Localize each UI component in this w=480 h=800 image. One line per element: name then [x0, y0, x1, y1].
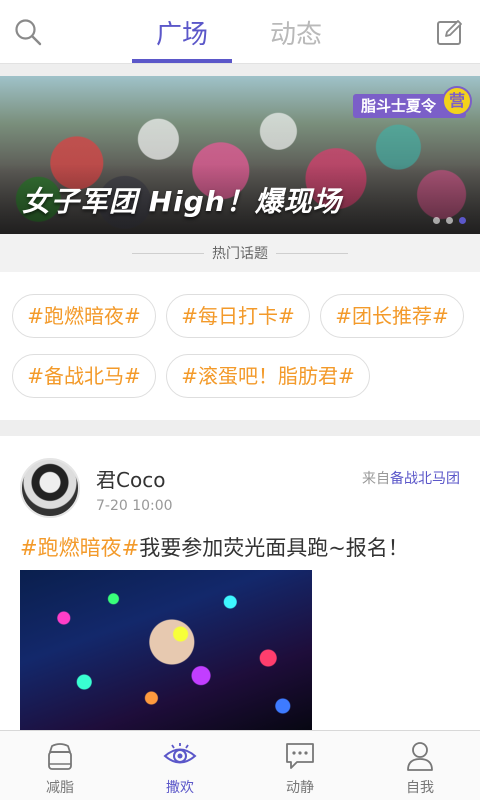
search-icon[interactable] [10, 14, 46, 50]
hot-topics-title: 热门话题 [212, 246, 268, 262]
banner-carousel[interactable]: 脂斗士夏令 营 女子军团 High！爆现场 [0, 76, 480, 234]
avatar[interactable] [20, 458, 80, 518]
nav-item-activity[interactable]: 动静 [240, 731, 360, 800]
nav-item-me[interactable]: 自我 [360, 731, 480, 800]
post-topic-link[interactable]: #跑燃暗夜# [20, 536, 139, 560]
carousel-dot[interactable] [433, 217, 440, 224]
topic-tag[interactable]: #备战北马# [12, 354, 156, 398]
post-source-prefix: 来自 [362, 471, 390, 487]
topic-tag[interactable]: #每日打卡# [166, 294, 310, 338]
post-card[interactable]: 君Coco 7-20 10:00 来自备战北马团 #跑燃暗夜#我要参加荧光面具跑… [0, 436, 480, 730]
post-time: 7-20 10:00 [96, 498, 173, 514]
nav-item-fun[interactable]: 撒欢 [120, 731, 240, 800]
nav-label: 减脂 [46, 780, 74, 796]
scale-icon [42, 739, 78, 773]
carousel-dot[interactable] [446, 217, 453, 224]
carousel-dots [433, 217, 466, 224]
eye-icon [162, 739, 198, 773]
tab-dynamic[interactable]: 动态 [248, 0, 344, 64]
banner-badge-mark: 营 [442, 86, 472, 116]
nav-label: 自我 [406, 780, 434, 796]
edit-icon[interactable] [432, 14, 468, 50]
post-author[interactable]: 君Coco [96, 464, 165, 493]
hot-topic-tags: #跑燃暗夜# #每日打卡# #团长推荐# #备战北马# #滚蛋吧！脂肪君# [0, 272, 480, 420]
post-text: #跑燃暗夜#我要参加荧光面具跑~报名！ [20, 532, 409, 562]
topic-tag[interactable]: #滚蛋吧！脂肪君# [166, 354, 370, 398]
active-tab-indicator [132, 59, 232, 63]
topic-tag[interactable]: #跑燃暗夜# [12, 294, 156, 338]
post-body: 我要参加荧光面具跑~报名！ [139, 536, 409, 560]
nav-label: 动静 [286, 780, 314, 796]
tab-square[interactable]: 广场 [132, 0, 232, 64]
post-source: 来自备战北马团 [362, 468, 460, 488]
divider [132, 252, 204, 254]
person-icon [402, 739, 438, 773]
nav-item-lose-fat[interactable]: 减脂 [0, 731, 120, 800]
topic-tag[interactable]: #团长推荐# [320, 294, 464, 338]
top-header: 广场 动态 [0, 0, 480, 64]
nav-label: 撒欢 [166, 780, 194, 796]
post-source-team[interactable]: 备战北马团 [390, 471, 460, 487]
chat-icon [282, 739, 318, 773]
banner-title: 女子军团 High！爆现场 [22, 185, 342, 218]
carousel-dot-active[interactable] [459, 217, 466, 224]
bottom-nav: 减脂 撒欢 动静 自我 [0, 730, 480, 800]
post-photo[interactable] [20, 570, 312, 730]
hot-topics-header: 热门话题 [0, 234, 480, 272]
divider [276, 252, 348, 254]
